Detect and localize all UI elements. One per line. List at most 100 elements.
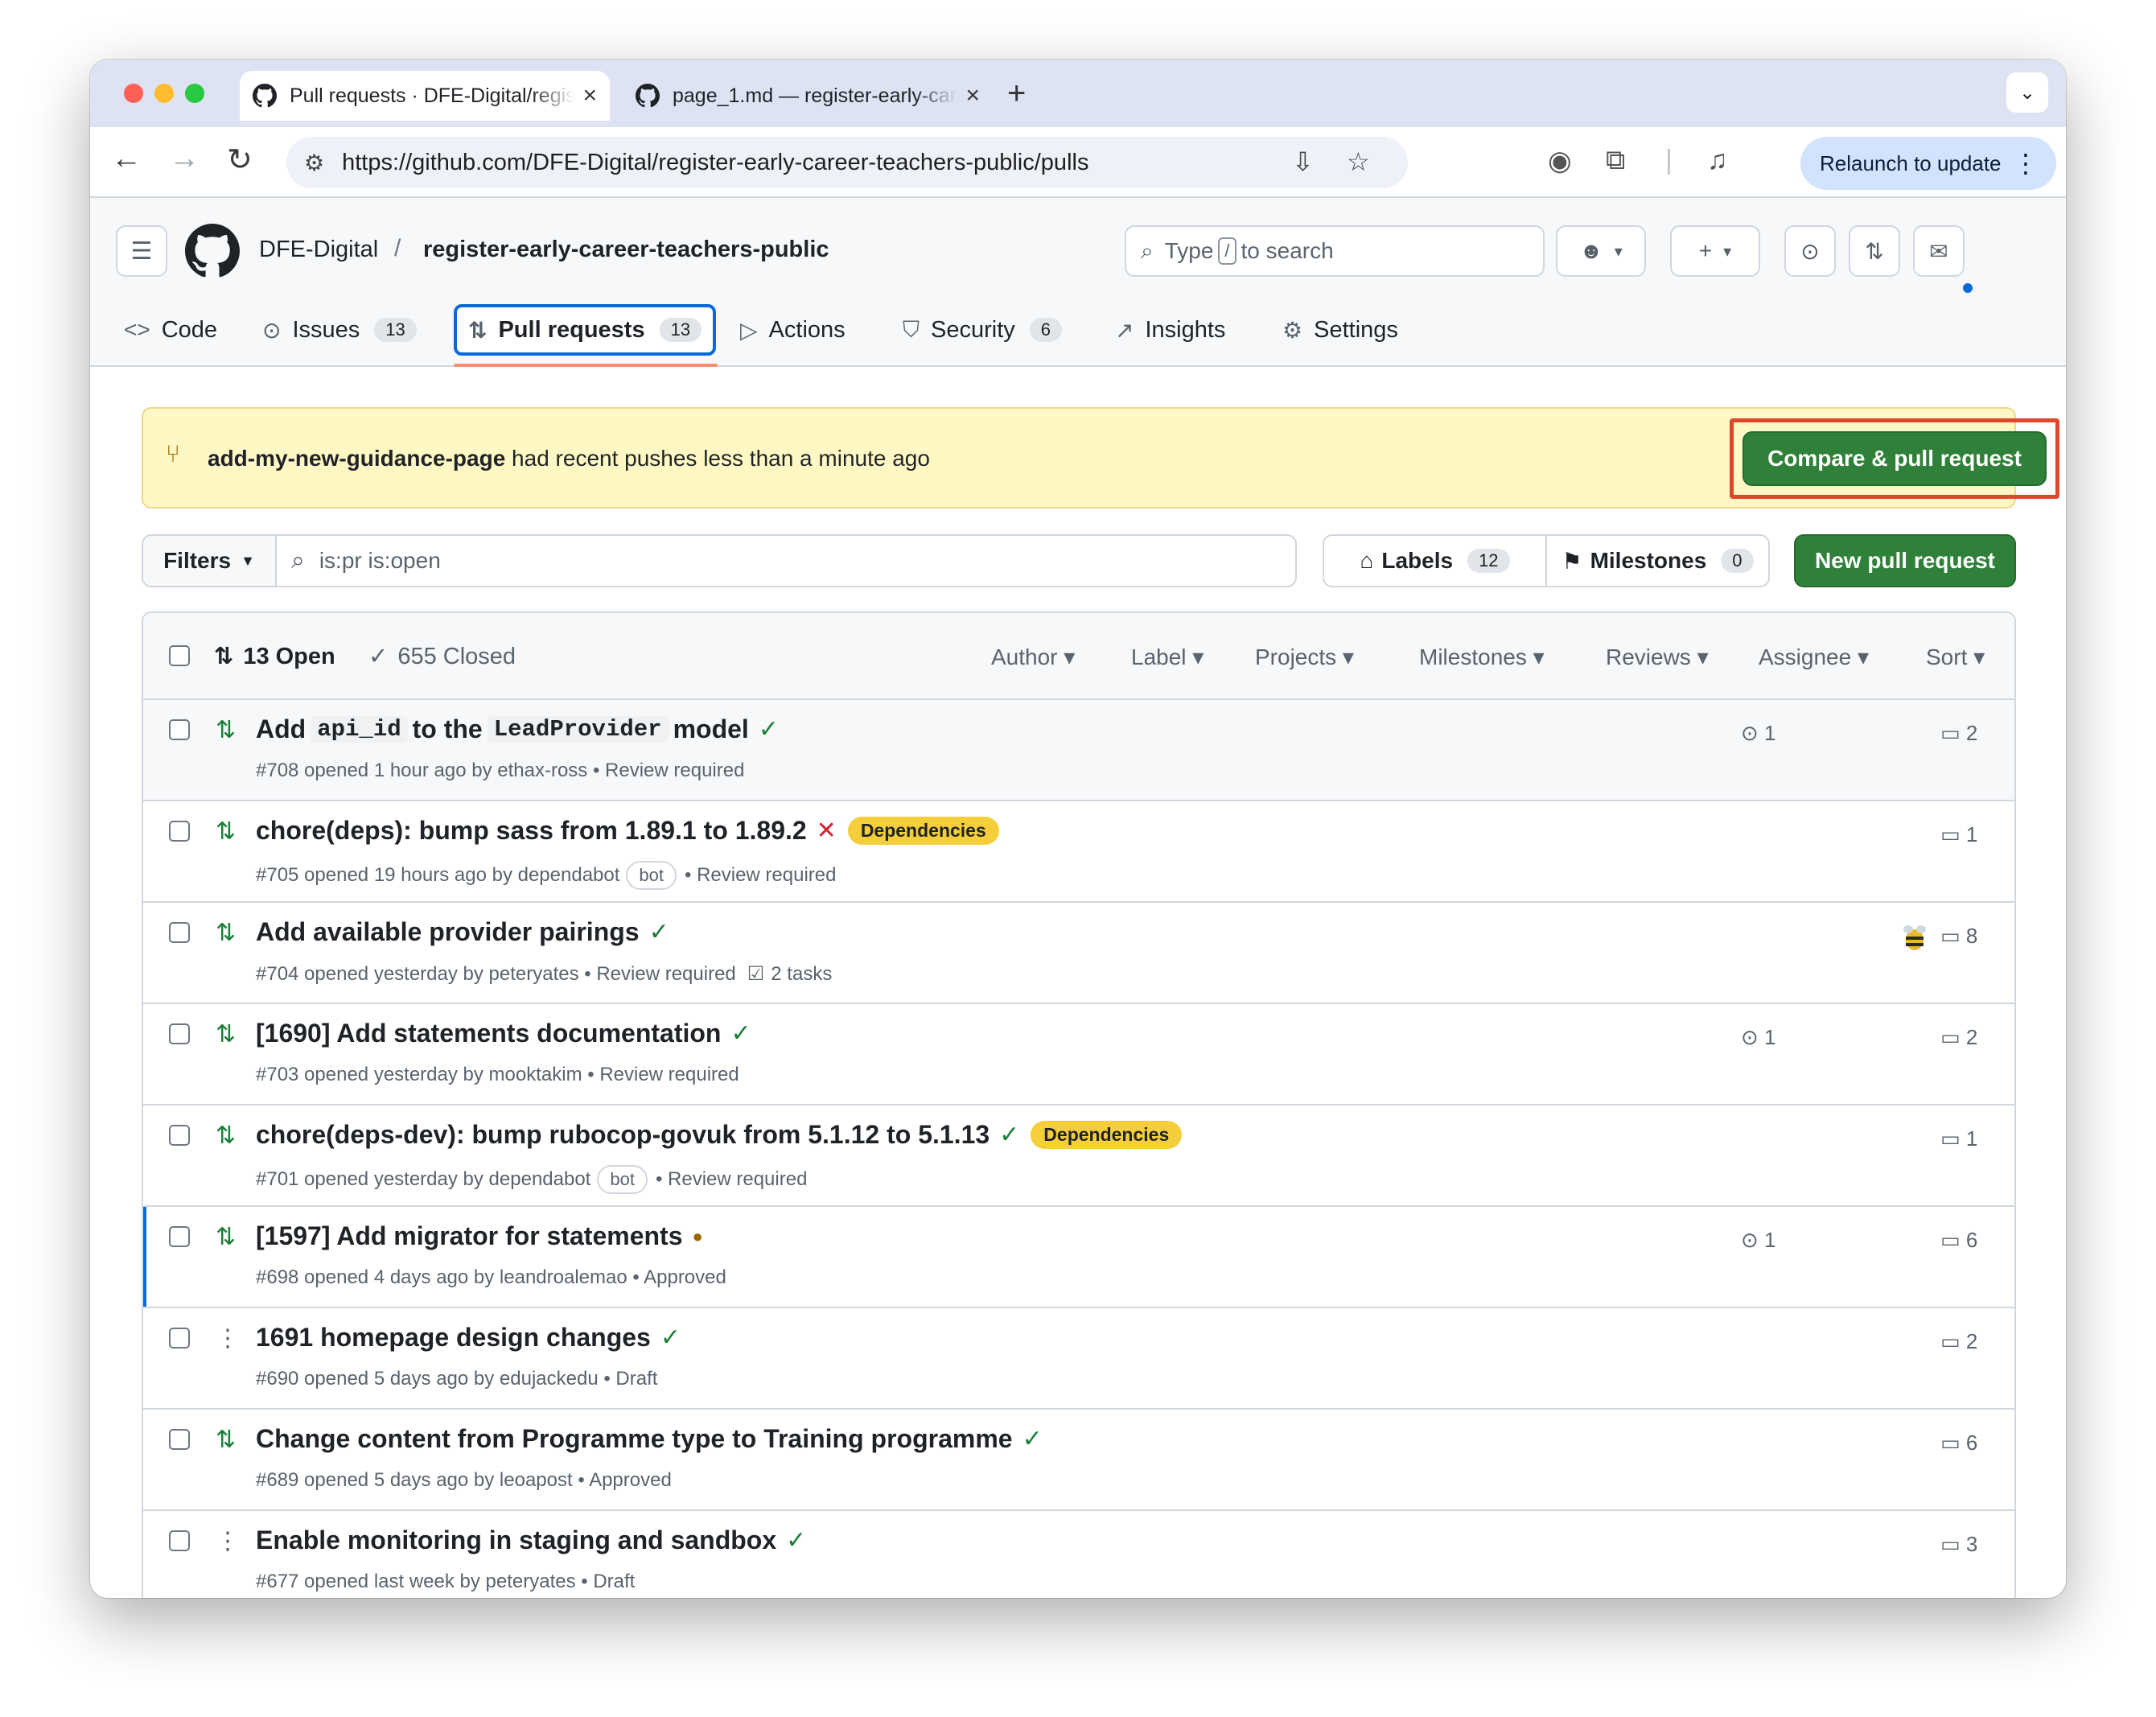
row-checkbox[interactable]	[169, 1023, 190, 1044]
tab-search-chevron-icon[interactable]: ⌄	[2006, 72, 2048, 113]
row-checkbox[interactable]	[169, 821, 190, 842]
list-item[interactable]: ⇅ [1597] Add migrator for statements ● #…	[143, 1207, 2014, 1308]
minimize-window-button[interactable]	[154, 84, 174, 103]
pr-title-link[interactable]: Add available provider pairings ✓	[256, 917, 669, 947]
nav-insights[interactable]: ↗ Insights	[1115, 304, 1225, 356]
filters-dropdown[interactable]: Filters ▼	[143, 536, 277, 586]
check-passed-icon[interactable]: ✓	[786, 1526, 806, 1554]
pr-title-link[interactable]: Add api_id to the LeadProvider model ✓	[256, 714, 779, 744]
list-item[interactable]: ⇅ chore(deps): bump sass from 1.89.1 to …	[143, 801, 2014, 903]
check-failed-icon[interactable]: ✕	[817, 817, 837, 845]
check-pending-icon[interactable]: ●	[692, 1226, 702, 1247]
list-item[interactable]: ⇅ Change content from Programme type to …	[143, 1410, 2014, 1511]
create-new-button[interactable]: + ▾	[1670, 225, 1760, 277]
back-icon[interactable]: ←	[111, 142, 142, 176]
check-passed-icon[interactable]: ✓	[759, 715, 779, 743]
sort-filter[interactable]: Sort ▾	[1926, 644, 1985, 670]
assignee-filter[interactable]: Assignee ▾	[1759, 644, 1869, 670]
check-passed-icon[interactable]: ✓	[999, 1121, 1019, 1149]
reload-icon[interactable]: ↻	[227, 142, 253, 178]
nav-pull-requests[interactable]: ⇅ Pull requests 13	[454, 304, 717, 356]
pr-title-link[interactable]: [1690] Add statements documentation ✓	[256, 1019, 751, 1048]
relaunch-button[interactable]: Relaunch to update ⋮	[1800, 137, 2056, 190]
author-filter[interactable]: Author ▾	[991, 644, 1075, 670]
browser-tab-page-md[interactable]: page_1.md — register-early-career-teache…	[623, 71, 993, 121]
milestones-filter[interactable]: Milestones ▾	[1419, 644, 1545, 670]
list-item[interactable]: ⇅ Add available provider pairings ✓ #704…	[143, 903, 2014, 1004]
row-checkbox[interactable]	[169, 1328, 190, 1348]
list-item[interactable]: ⋮ 1691 homepage design changes ✓ #690 op…	[143, 1308, 2014, 1410]
pr-search-input[interactable]: ⌕ is:pr is:open	[277, 536, 1295, 586]
comments-link[interactable]: ▭ 6	[1940, 1228, 1977, 1253]
comments-link[interactable]: ▭ 2	[1940, 1329, 1977, 1354]
closed-filter[interactable]: ✓ 655 Closed	[368, 642, 516, 670]
bookmark-star-icon[interactable]: ☆	[1347, 146, 1370, 177]
browser-tab-pull-requests[interactable]: Pull requests · DFE-Digital/register-ear…	[240, 71, 610, 121]
comments-link[interactable]: ▭ 6	[1940, 1431, 1977, 1456]
check-passed-icon[interactable]: ✓	[730, 1019, 751, 1048]
comments-link[interactable]: ▭ 1	[1940, 822, 1977, 847]
comments-link[interactable]: ▭ 1	[1940, 1126, 1977, 1151]
maximize-window-button[interactable]	[185, 84, 204, 103]
row-checkbox[interactable]	[169, 1429, 190, 1450]
github-logo-icon[interactable]	[185, 224, 240, 278]
row-checkbox[interactable]	[169, 1125, 190, 1146]
row-checkbox[interactable]	[169, 719, 190, 740]
close-window-button[interactable]	[124, 84, 143, 103]
list-item[interactable]: ⋮ Enable monitoring in staging and sandb…	[143, 1511, 2014, 1598]
comments-link[interactable]: ▭ 2	[1940, 1025, 1977, 1050]
menu-icon[interactable]: ☰	[116, 225, 167, 277]
select-all-checkbox[interactable]	[169, 645, 190, 666]
address-bar[interactable]: ⚙ https://github.com/DFE-Digital/registe…	[286, 137, 1408, 188]
close-tab-icon[interactable]: ×	[965, 82, 980, 109]
linked-issues[interactable]: ⊙ 1	[1741, 721, 1775, 746]
linked-issues[interactable]: ⊙ 1	[1741, 1025, 1775, 1050]
pr-title-link[interactable]: chore(deps): bump sass from 1.89.1 to 1.…	[256, 816, 999, 846]
pr-title-link[interactable]: [1597] Add migrator for statements ●	[256, 1221, 703, 1251]
comments-link[interactable]: ▭ 2	[1940, 721, 1977, 746]
check-passed-icon[interactable]: ✓	[660, 1324, 681, 1352]
nav-code[interactable]: <> Code	[124, 304, 217, 356]
pr-title-link[interactable]: 1691 homepage design changes ✓	[256, 1323, 681, 1353]
labels-button[interactable]: ⌂ Labels 12	[1324, 536, 1545, 586]
row-checkbox[interactable]	[169, 922, 190, 943]
global-search-input[interactable]: ⌕ Type / to search	[1125, 225, 1545, 277]
close-tab-icon[interactable]: ×	[582, 82, 597, 109]
pr-title-link[interactable]: chore(deps-dev): bump rubocop-govuk from…	[256, 1120, 1183, 1150]
media-controls-icon[interactable]: ♫	[1707, 145, 1728, 176]
comments-link[interactable]: ▭ 3	[1940, 1532, 1977, 1557]
milestones-button[interactable]: ⚑ Milestones 0	[1545, 536, 1768, 586]
reviews-filter[interactable]: Reviews ▾	[1606, 644, 1709, 670]
row-checkbox[interactable]	[169, 1226, 190, 1247]
repo-owner-link[interactable]: DFE-Digital	[259, 237, 378, 263]
dependencies-label[interactable]: Dependencies	[847, 817, 999, 845]
inbox-icon[interactable]: ✉	[1913, 225, 1965, 277]
pull-requests-icon[interactable]: ⇅	[1849, 225, 1900, 277]
nav-security[interactable]: ⛉ Security 6	[903, 304, 1063, 356]
more-menu-icon[interactable]: ⋮	[2013, 148, 2039, 179]
row-checkbox[interactable]	[169, 1530, 190, 1551]
extensions-icon[interactable]: ⧉	[1606, 145, 1625, 176]
projects-filter[interactable]: Projects ▾	[1255, 644, 1354, 670]
repo-name-link[interactable]: register-early-career-teachers-public	[423, 237, 829, 263]
compare-pull-request-button[interactable]: Compare & pull request	[1742, 431, 2047, 486]
check-passed-icon[interactable]: ✓	[649, 918, 669, 946]
pr-title-link[interactable]: Enable monitoring in staging and sandbox…	[256, 1526, 806, 1555]
branch-name[interactable]: add-my-new-guidance-page	[208, 446, 505, 471]
install-app-icon[interactable]: ⇩	[1292, 146, 1314, 177]
nav-actions[interactable]: ▷ Actions	[740, 304, 846, 356]
forward-icon[interactable]: →	[169, 142, 200, 176]
copilot-button[interactable]: ☻ ▾	[1556, 225, 1646, 277]
pr-title-link[interactable]: Change content from Programme type to Tr…	[256, 1424, 1043, 1454]
new-pull-request-button[interactable]: New pull request	[1794, 534, 2016, 587]
comments-link[interactable]: ▭ 8	[1940, 924, 1977, 949]
site-info-icon[interactable]: ⚙	[304, 150, 324, 176]
open-filter[interactable]: ⇅ 13 Open	[214, 642, 335, 670]
issues-icon[interactable]: ⊙	[1784, 225, 1836, 277]
assignee-avatar[interactable]	[1899, 920, 1931, 953]
list-item[interactable]: ⇅ chore(deps-dev): bump rubocop-govuk fr…	[143, 1106, 2014, 1207]
check-passed-icon[interactable]: ✓	[1022, 1425, 1043, 1453]
camera-icon[interactable]: ◉	[1548, 145, 1572, 177]
list-item[interactable]: ⇅ [1690] Add statements documentation ✓ …	[143, 1004, 2014, 1106]
list-item[interactable]: ⇅ Add api_id to the LeadProvider model ✓…	[143, 700, 2014, 801]
